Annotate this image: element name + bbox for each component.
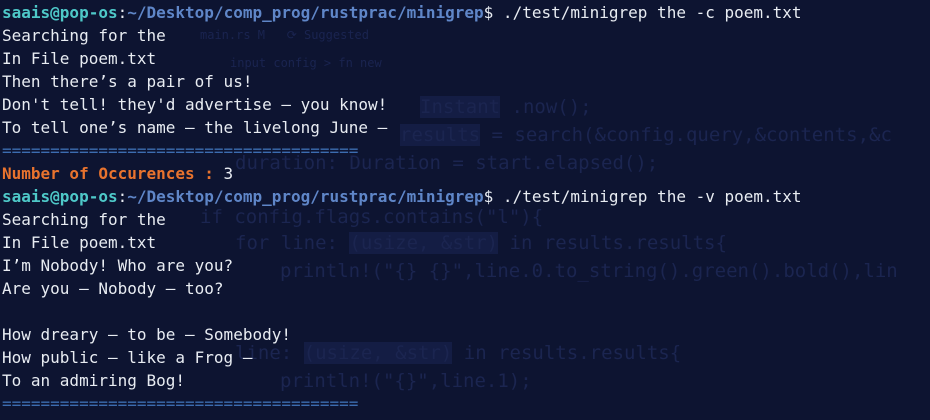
prompt-path: ~/Desktop/comp_prog/rustprac/minigrep xyxy=(127,3,484,22)
prompt-colon: : xyxy=(117,187,128,206)
command-text: ./test/minigrep the -c poem.txt xyxy=(493,3,802,22)
output-line: Searching for the xyxy=(2,210,166,229)
prompt-user-host: saais@pop-os xyxy=(2,187,118,206)
occurrences-value: 3 xyxy=(213,164,234,183)
prompt-line-1: saais@pop-os:~/Desktop/comp_prog/rustpra… xyxy=(2,1,928,24)
output-line: To tell one’s name – the livelong June – xyxy=(2,118,388,137)
output-line: How public – like a Frog – xyxy=(2,348,253,367)
prompt-symbol: $ xyxy=(483,3,494,22)
output-line: Don't tell! they'd advertise – you know! xyxy=(2,95,388,114)
output-line: In File poem.txt xyxy=(2,233,157,252)
terminal-window[interactable]: saais@pop-os:~/Desktop/comp_prog/rustpra… xyxy=(2,1,928,420)
output-line: Searching for the xyxy=(2,26,166,45)
prompt-user-host: saais@pop-os xyxy=(2,3,118,22)
divider-line: ===================================== xyxy=(2,394,359,413)
occurrences-label: Number of Occurences : xyxy=(2,164,214,183)
occurrences-line: Number of Occurences : 3 xyxy=(2,162,928,185)
output-line: In File poem.txt xyxy=(2,49,157,68)
prompt-colon: : xyxy=(117,3,128,22)
divider-line: ===================================== xyxy=(2,141,359,160)
output-line: I’m Nobody! Who are you? xyxy=(2,256,234,275)
output-line: Are you – Nobody – too? xyxy=(2,279,224,298)
command-text: ./test/minigrep the -v poem.txt xyxy=(493,187,802,206)
output-line: To an admiring Bog! xyxy=(2,371,186,390)
prompt-path: ~/Desktop/comp_prog/rustprac/minigrep xyxy=(127,187,484,206)
output-line: How dreary – to be – Somebody! xyxy=(2,325,291,344)
prompt-symbol: $ xyxy=(483,187,494,206)
output-line: Then there’s a pair of us! xyxy=(2,72,253,91)
prompt-line-2: saais@pop-os:~/Desktop/comp_prog/rustpra… xyxy=(2,185,928,208)
